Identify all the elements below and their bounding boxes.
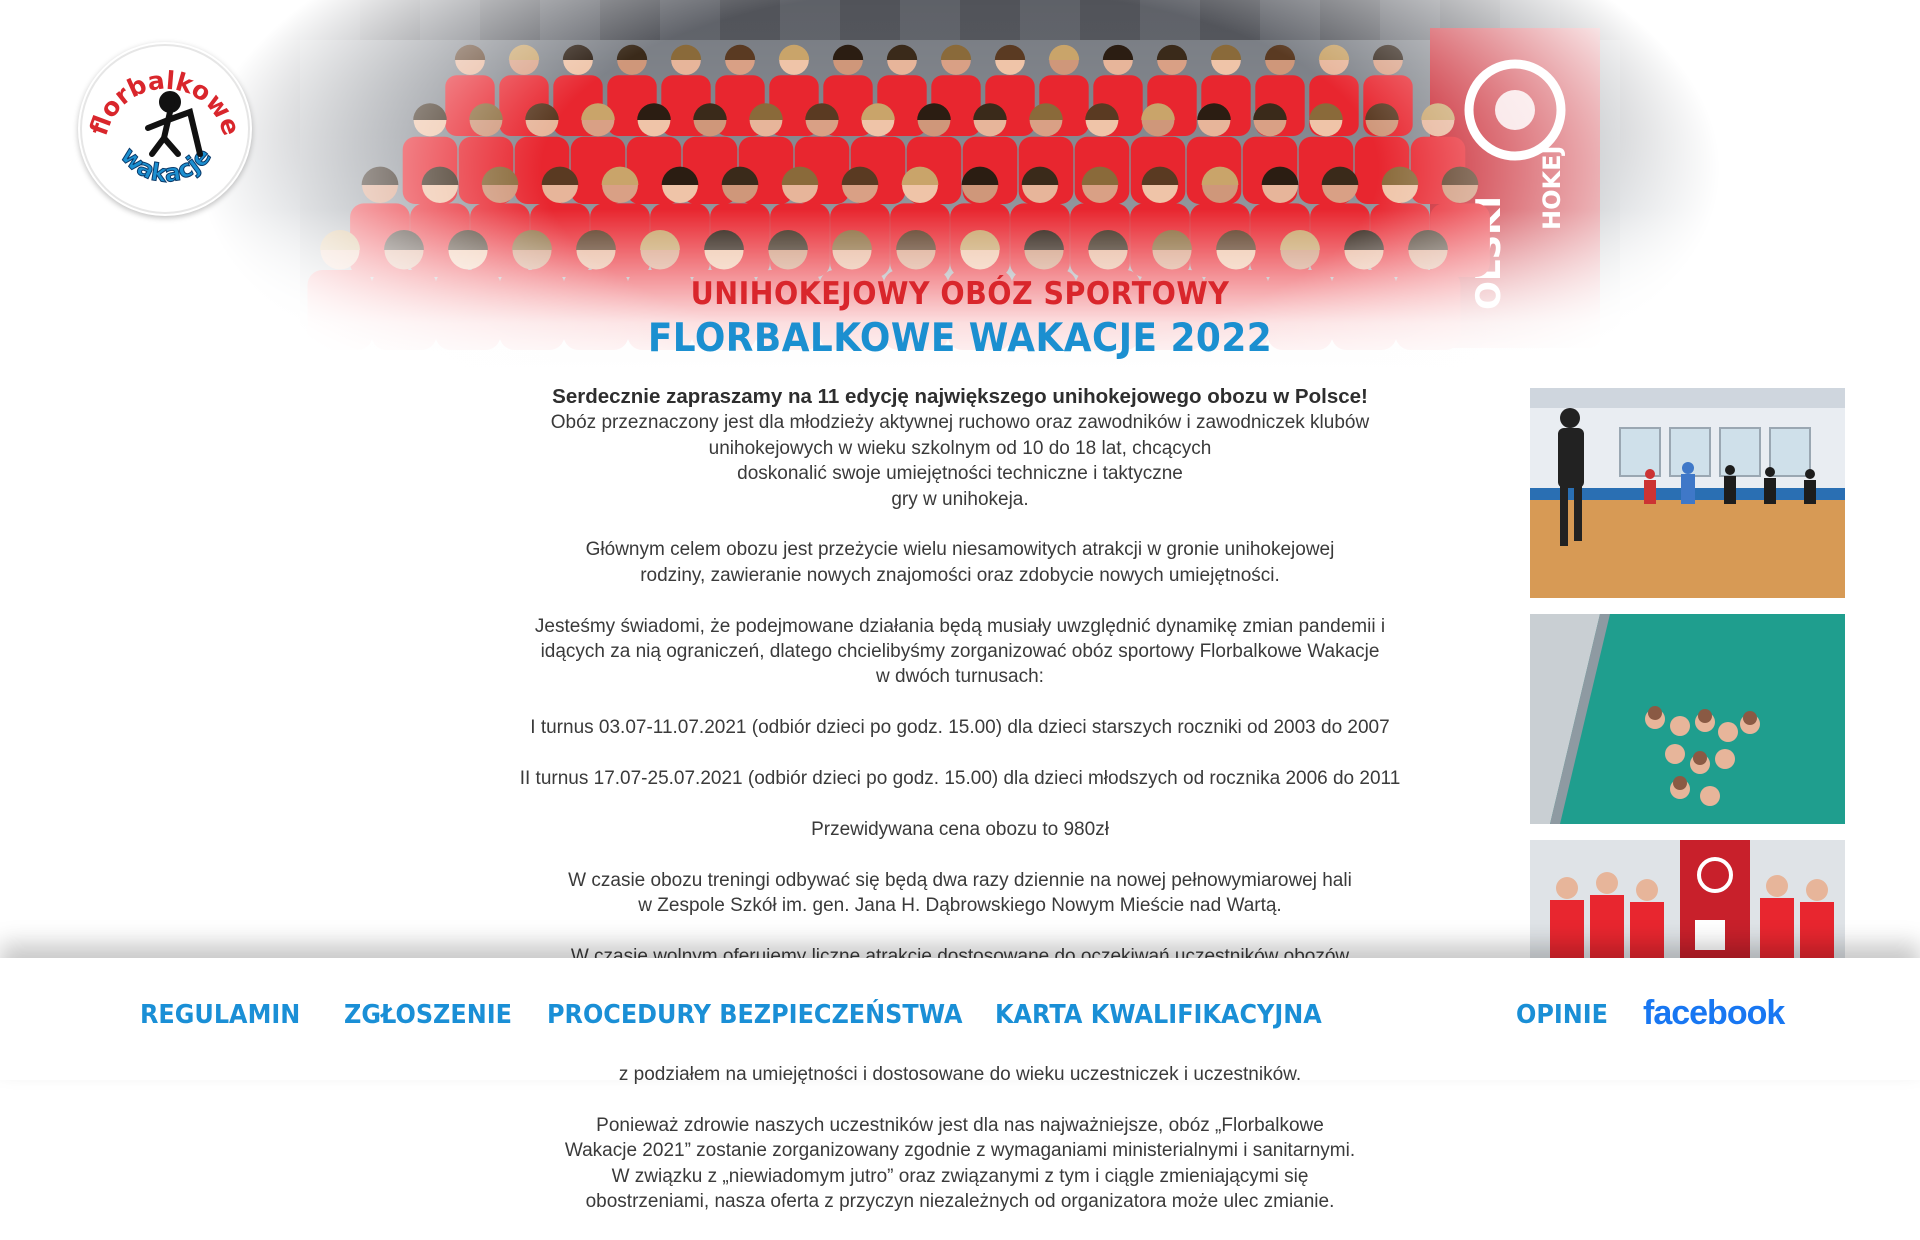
nav-karta-kwalifikacyjna[interactable]: KARTA KWALIFIKACYJNA [995,1000,1322,1030]
training-line: W czasie obozu treningi odbywać się będą… [568,869,1352,891]
camp-description: Serdecznie zapraszamy na 11 edycję najwi… [500,384,1420,995]
goal-line: Głównym celem obozu jest przeżycie wielu… [585,539,1335,561]
pandemic-line: idących za nią ograniczeń, dlatego chcie… [540,641,1380,663]
gym-training-image [1530,388,1845,598]
turn-2-info: II turnus 17.07-25.07.2021 (odbiór dziec… [519,768,1401,790]
health-line: obostrzeniami, nasza oferta z przyczyn n… [585,1191,1335,1213]
photo-gym-training[interactable] [1530,388,1845,598]
lead-sentence: Serdecznie zapraszamy na 11 edycję najwi… [552,385,1368,408]
intro-line: unihokejowych w wieku szkolnym od 10 do … [708,437,1212,459]
photo-swimming-pool[interactable] [1530,614,1845,824]
pandemic-line: Jesteśmy świadomi, że podejmowane działa… [534,615,1386,637]
swimming-pool-image [1530,614,1845,824]
turn-1-info: I turnus 03.07-11.07.2021 (odbiór dzieci… [530,717,1390,739]
split-line: z podziałem na umiejętności i dostosowan… [618,1064,1302,1085]
logo-graphic: florbalkowe wakacje [80,44,250,214]
florbalkowe-wakacje-logo[interactable]: florbalkowe wakacje [78,42,252,216]
camp-description-continued: z podziałem na umiejętności i dostosowan… [500,1062,1420,1240]
goal-line: rodziny, zawieranie nowych znajomości or… [640,564,1280,586]
award-ceremony-image [1530,840,1845,958]
nav-procedury-bezpieczenstwa[interactable]: PROCEDURY BEZPIECZEŃSTWA [547,1000,963,1030]
health-line: Ponieważ zdrowie naszych uczestników jes… [596,1114,1324,1136]
health-line: Wakacje 2021” zostanie zorganizowany zgo… [564,1140,1356,1162]
hero-title-main: FLORBALKOWE WAKACJE 2022 [647,316,1273,361]
price-info: Przewidywana cena obozu to 980zł [811,818,1109,840]
intro-line: doskonalić swoje umiejętności techniczne… [737,463,1183,485]
health-line: W związku z „niewiadomym jutro” oraz zwi… [611,1165,1309,1187]
nav-regulamin[interactable]: REGULAMIN [140,1000,300,1030]
intro-line: gry w unihokeja. [891,488,1029,510]
training-line: w Zespole Szkół im. gen. Jana H. Dąbrows… [638,895,1282,917]
nav-opinie[interactable]: OPINIE [1516,1000,1608,1030]
hero-title-subtitle: UNIHOKEJOWY OBÓZ SPORTOWY [690,276,1230,312]
facebook-link[interactable]: facebook [1643,994,1785,1033]
pandemic-line: w dwóch turnusach: [876,666,1044,688]
intro-line: Obóz przeznaczony jest dla młodzieży akt… [550,412,1370,434]
photo-award-ceremony[interactable] [1530,840,1845,958]
nav-zgloszenie[interactable]: ZGŁOSZENIE [344,1000,512,1030]
